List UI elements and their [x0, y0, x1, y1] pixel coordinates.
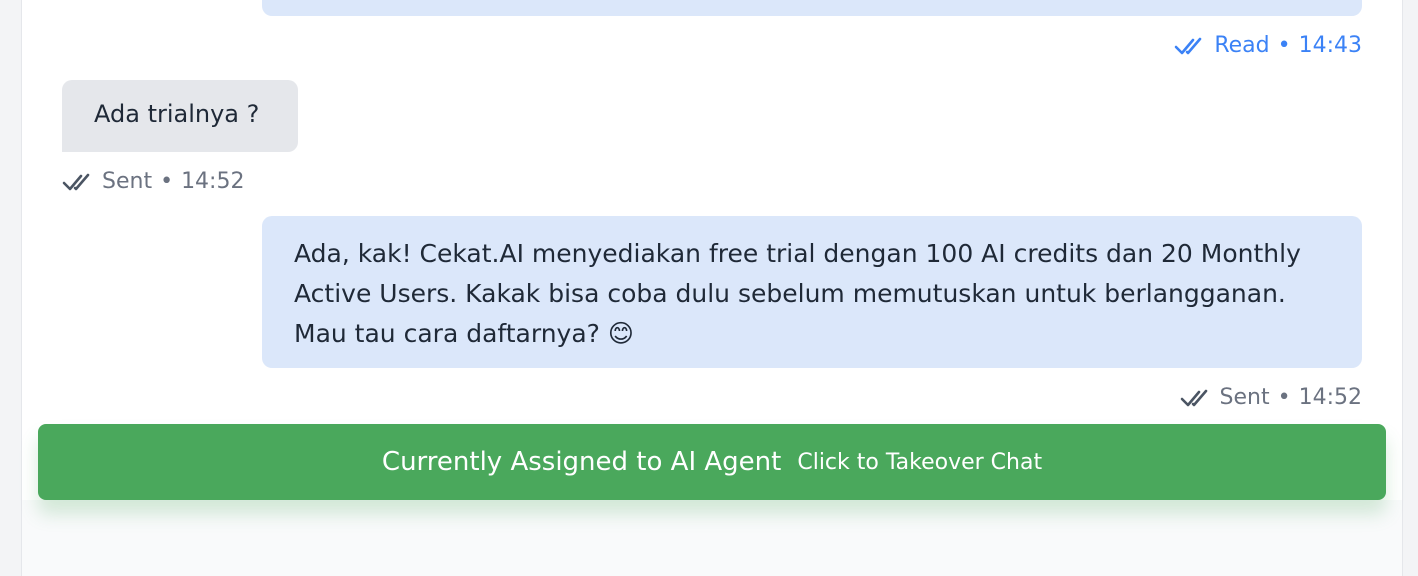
double-check-icon [1180, 389, 1207, 406]
double-check-icon [62, 173, 90, 190]
message-text-line: Active Users. Kakak bisa coba dulu sebel… [294, 279, 1286, 308]
message-status: Read • 14:43 [1174, 33, 1362, 58]
takeover-chat-banner[interactable]: Currently Assigned to AI Agent Click to … [38, 424, 1386, 500]
message-status: Sent • 14:52 [62, 169, 244, 194]
assignment-status: Currently Assigned to AI Agent [381, 447, 782, 477]
status-label: Sent [102, 169, 153, 194]
message-time: 14:52 [1298, 385, 1362, 410]
message-time: 14:52 [181, 169, 245, 194]
takeover-chat-link[interactable]: Click to Takeover Chat [797, 450, 1042, 475]
outgoing-message-bubble [262, 0, 1362, 16]
status-separator: • [1277, 385, 1291, 410]
message-text-line: Mau tau cara daftarnya? 😊 [294, 319, 634, 348]
message-time: 14:43 [1298, 33, 1362, 58]
double-check-icon [1175, 37, 1202, 54]
message-text: Ada trialnya ? [94, 100, 260, 128]
status-label: Sent [1219, 385, 1270, 410]
incoming-message-bubble: Ada trialnya ? [62, 80, 298, 152]
status-label: Read [1214, 33, 1270, 58]
status-separator: • [1277, 33, 1291, 58]
message-text-line: Ada, kak! Cekat.AI menyediakan free tria… [294, 239, 1301, 268]
outgoing-message-bubble: Ada, kak! Cekat.AI menyediakan free tria… [262, 216, 1362, 368]
message-status: Sent • 14:52 [1180, 385, 1362, 410]
status-separator: • [160, 169, 174, 194]
chat-footer-area [22, 500, 1402, 576]
